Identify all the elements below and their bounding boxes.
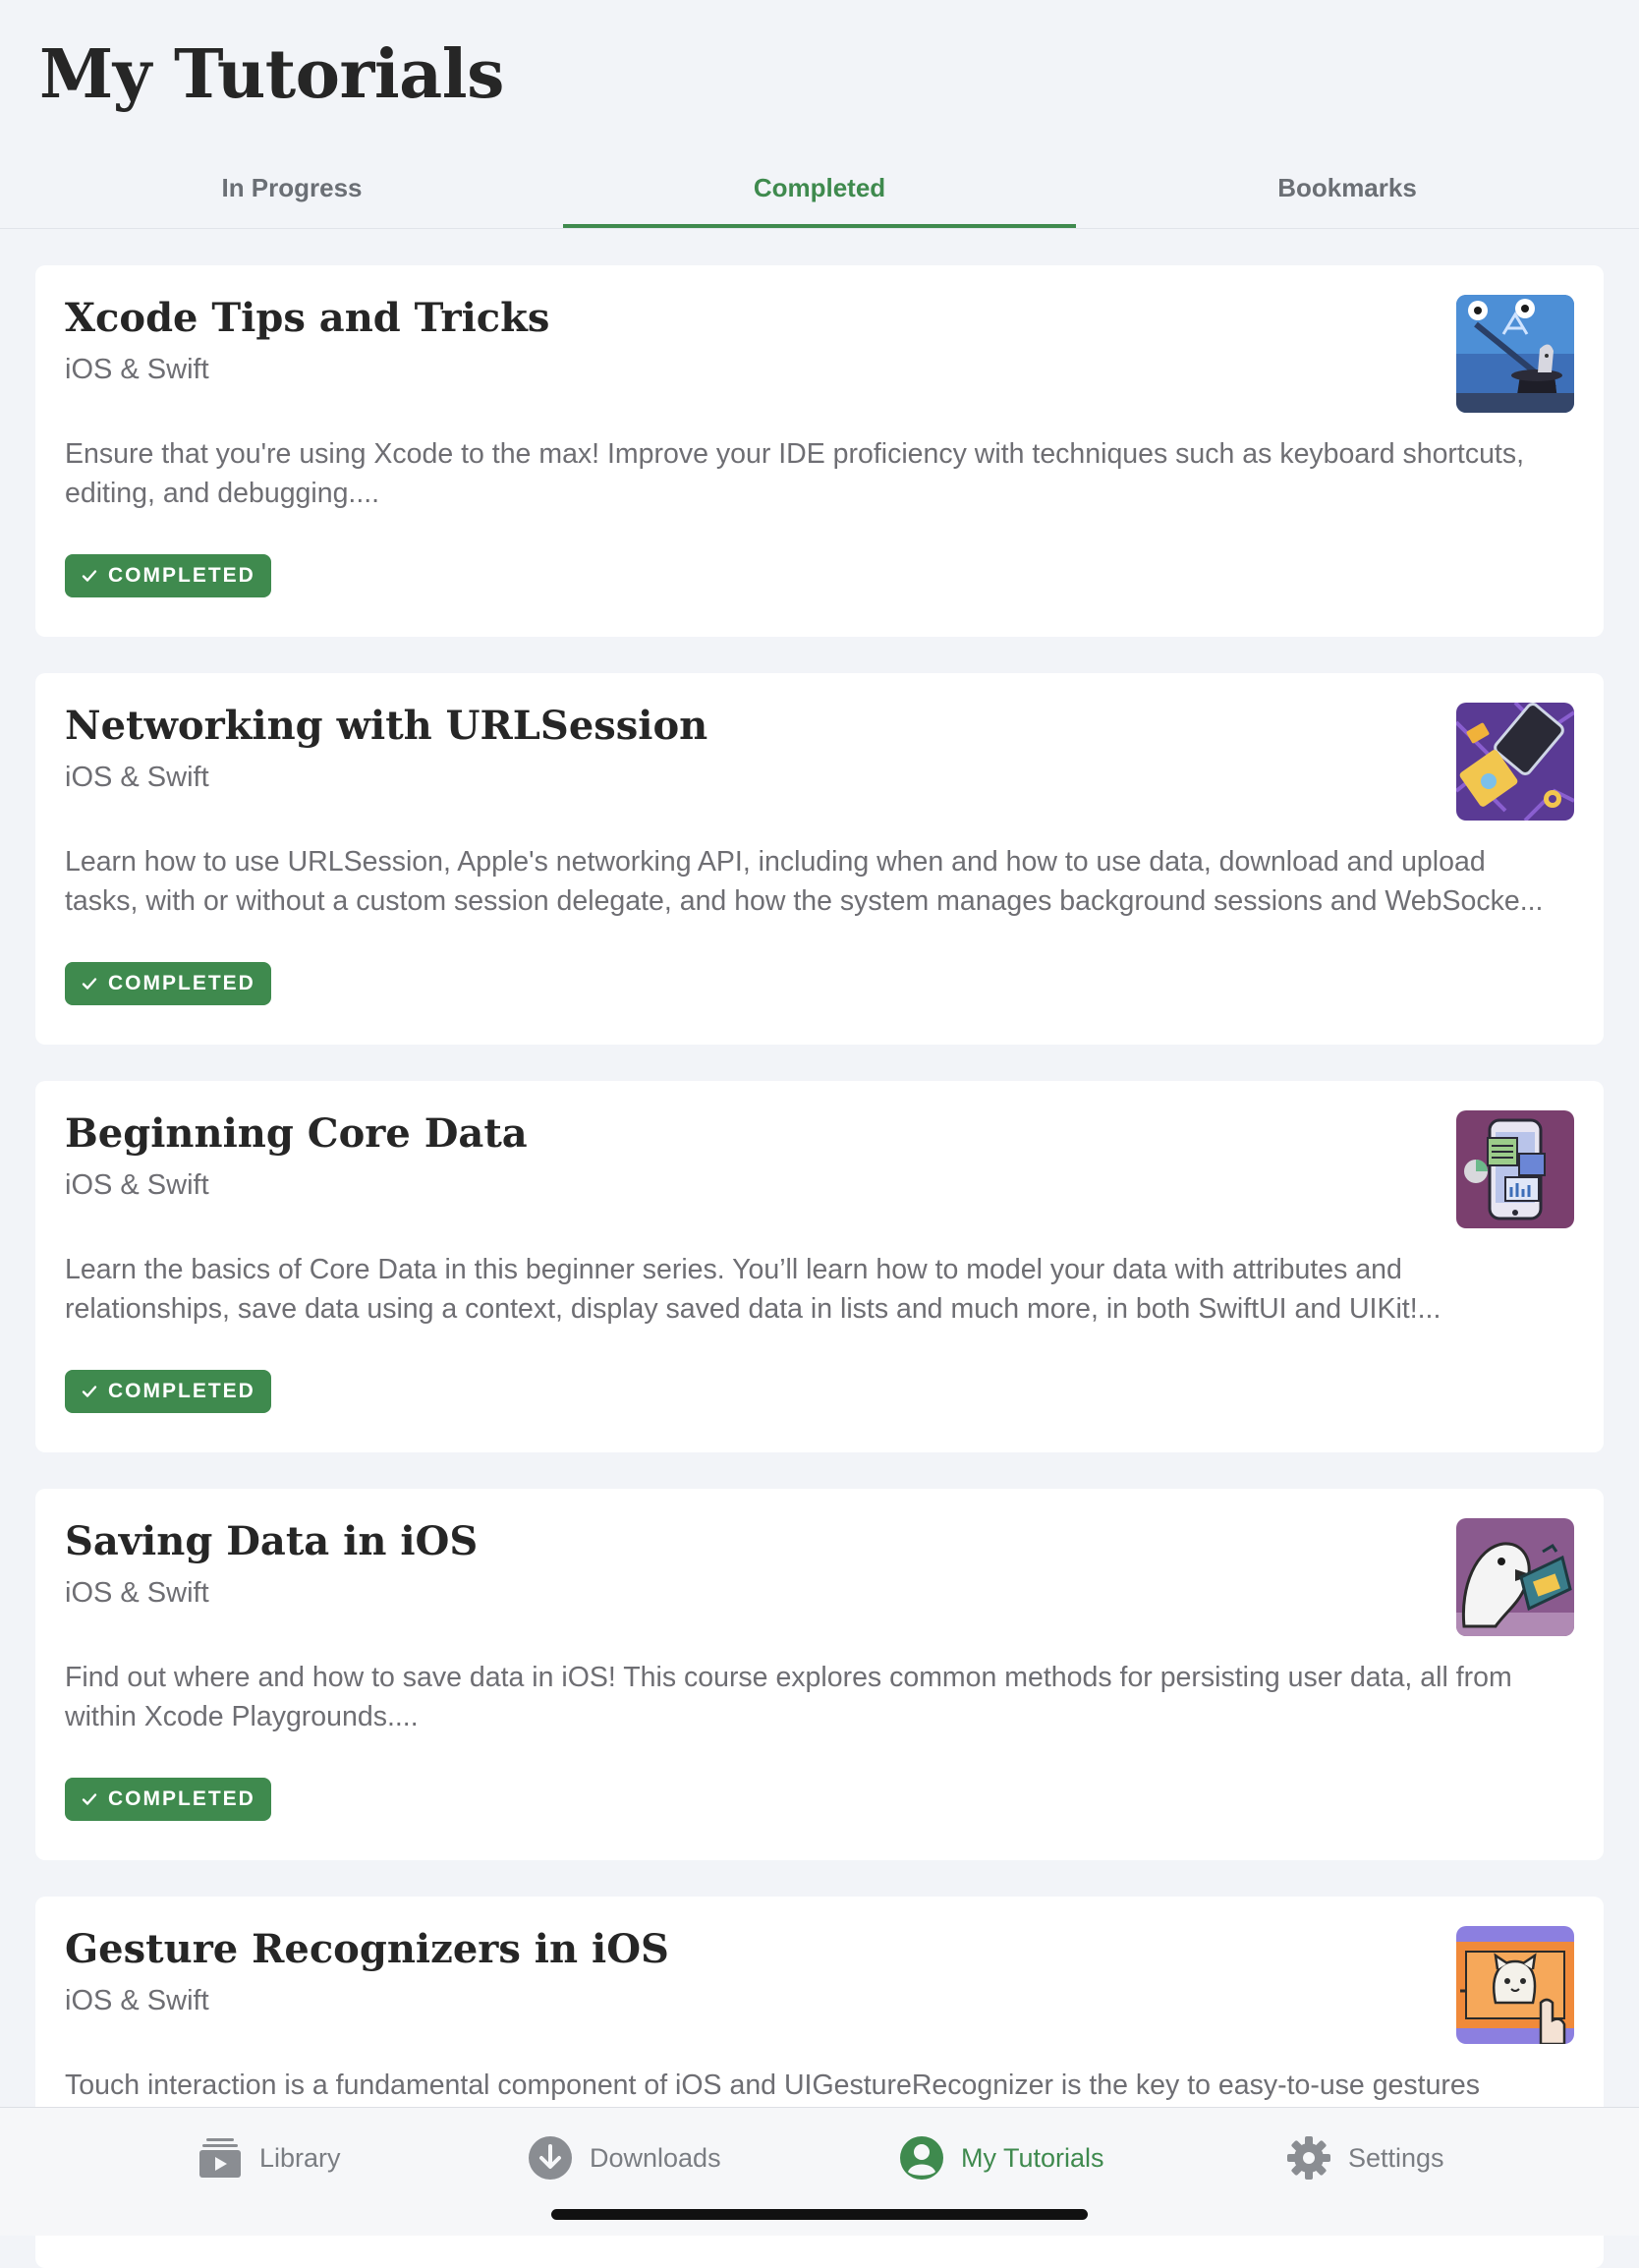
tabbar-my-tutorials[interactable]: My Tutorials — [898, 2133, 1104, 2183]
xcode-magic-hat-artwork — [1456, 295, 1574, 413]
tutorial-card-core-data[interactable]: Beginning Core Data iOS & Swift Learn th… — [35, 1081, 1604, 1452]
tutorial-title: Beginning Core Data — [65, 1110, 528, 1157]
tutorial-domain: iOS & Swift — [65, 354, 209, 385]
bird-suitcase-artwork — [1456, 1518, 1574, 1636]
tutorial-description: Find out where and how to save data in i… — [65, 1662, 1512, 1732]
checkmark-icon — [82, 978, 97, 990]
phone-data-artwork — [1456, 1110, 1574, 1228]
tutorial-title: Saving Data in iOS — [65, 1518, 479, 1564]
tabbar-label: My Tutorials — [961, 2142, 1104, 2173]
tabbar-label: Library — [259, 2142, 341, 2173]
downloads-icon — [529, 2136, 572, 2180]
cat-touch-artwork — [1456, 1926, 1574, 2044]
active-tab-indicator — [563, 224, 1076, 228]
tutorial-description: Learn how to use URLSession, Apple's net… — [65, 846, 1544, 917]
tutorial-title: Xcode Tips and Tricks — [65, 295, 550, 341]
checkmark-icon — [82, 570, 97, 582]
tutorial-domain: iOS & Swift — [65, 1169, 209, 1201]
tabbar-label: Downloads — [590, 2142, 721, 2173]
library-icon — [199, 2138, 241, 2178]
tutorial-description: Touch interaction is a fundamental compo… — [65, 2070, 1481, 2101]
tutorial-title: Networking with URLSession — [65, 703, 708, 749]
tutorial-domain: iOS & Swift — [65, 1985, 209, 2016]
tutorial-card-xcode-tips[interactable]: Xcode Tips and Tricks iOS & Swift Ensure… — [35, 265, 1604, 637]
tabbar-downloads[interactable]: Downloads — [527, 2133, 721, 2183]
completed-badge: COMPLETED — [65, 554, 271, 597]
tutorial-description: Ensure that you're using Xcode to the ma… — [65, 438, 1525, 509]
tutorial-card-networking[interactable]: Networking with URLSession iOS & Swift L… — [35, 673, 1604, 1045]
tutorial-card-saving-data[interactable]: Saving Data in iOS iOS & Swift Find out … — [35, 1489, 1604, 1860]
gear-icon — [1287, 2136, 1330, 2180]
page-title: My Tutorials — [39, 35, 504, 114]
home-indicator — [551, 2209, 1088, 2220]
tutorial-title: Gesture Recognizers in iOS — [65, 1926, 669, 1972]
networking-devices-artwork — [1456, 703, 1574, 821]
tab-completed[interactable]: Completed — [564, 147, 1075, 228]
tabbar-settings[interactable]: Settings — [1285, 2133, 1444, 2183]
tab-in-progress[interactable]: In Progress — [36, 147, 547, 228]
tutorial-domain: iOS & Swift — [65, 1577, 209, 1609]
tutorial-domain: iOS & Swift — [65, 762, 209, 793]
checkmark-icon — [82, 1793, 97, 1805]
completed-badge: COMPLETED — [65, 962, 271, 1005]
tab-bookmarks[interactable]: Bookmarks — [1092, 147, 1603, 228]
profile-icon — [900, 2136, 943, 2180]
segmented-tabs: In Progress Completed Bookmarks — [0, 147, 1639, 229]
tabbar-library[interactable]: Library — [197, 2133, 341, 2183]
completed-badge: COMPLETED — [65, 1370, 271, 1413]
completed-badge: COMPLETED — [65, 1778, 271, 1821]
tutorial-description: Learn the basics of Core Data in this be… — [65, 1254, 1441, 1325]
tabbar-label: Settings — [1348, 2142, 1444, 2173]
checkmark-icon — [82, 1386, 97, 1397]
